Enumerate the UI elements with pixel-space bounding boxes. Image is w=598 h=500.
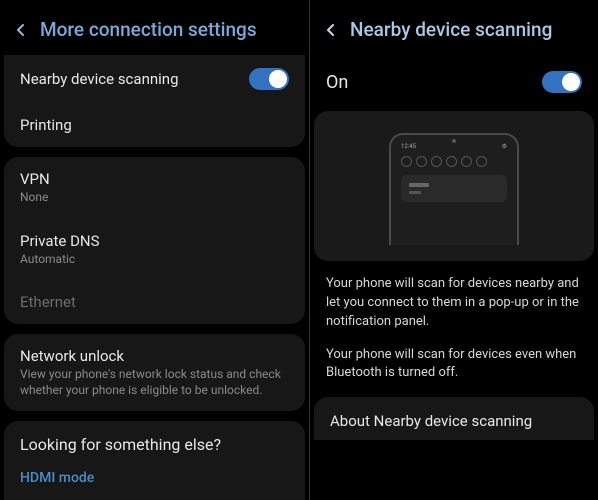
printing-row[interactable]: Printing [4,103,305,147]
row-label: Nearby device scanning [20,70,179,88]
header: More connection settings [0,0,309,55]
header: Nearby device scanning [310,0,598,55]
group-connections: Nearby device scanning Printing [4,55,305,147]
network-unlock-row[interactable]: Network unlock View your phone's network… [4,334,305,411]
on-label: On [326,72,348,93]
toggle-knob [269,70,287,88]
private-dns-row[interactable]: Private DNS Automatic [4,219,305,281]
row-label: Ethernet [20,293,76,311]
about-label: About Nearby device scanning [330,412,532,430]
illustration: 12:45 ⚙ [314,111,594,261]
page-title: Nearby device scanning [350,18,552,41]
page-title: More connection settings [40,18,257,41]
nearby-device-scanning-screen: Nearby device scanning On 12:45 ⚙ [310,0,598,500]
phone-illustration: 12:45 ⚙ [389,133,519,245]
row-value: None [20,190,50,206]
nearby-device-scanning-row[interactable]: Nearby device scanning [4,55,305,103]
row-label: Printing [20,116,72,134]
row-label: Private DNS [20,232,100,250]
about-row[interactable]: About Nearby device scanning [314,397,594,440]
scanning-toggle[interactable] [542,71,582,93]
back-icon[interactable] [324,23,338,37]
row-desc: View your phone's network lock status an… [20,367,289,398]
row-label: VPN [20,170,50,188]
row-value: Automatic [20,252,100,268]
looking-heading: Looking for something else? [4,421,305,462]
hdmi-mode-link[interactable]: HDMI mode [4,462,305,500]
row-label: Network unlock [20,347,289,365]
group-unlock: Network unlock View your phone's network… [4,334,305,411]
vpn-row[interactable]: VPN None [4,157,305,219]
on-toggle-row[interactable]: On [310,55,598,111]
more-connection-settings-screen: More connection settings Nearby device s… [0,0,310,500]
group-network: VPN None Private DNS Automatic Ethernet [4,157,305,324]
toggle-knob [562,73,580,91]
desc-paragraph-1: Your phone will scan for devices nearby … [326,275,582,332]
back-icon[interactable] [14,23,28,37]
phone-time: 12:45 [401,143,416,150]
desc-paragraph-2: Your phone will scan for devices even wh… [326,346,582,384]
nearby-toggle[interactable] [249,68,289,90]
description: Your phone will scan for devices nearby … [310,261,598,383]
ethernet-row: Ethernet [4,280,305,324]
gear-icon: ⚙ [502,143,507,150]
group-looking: Looking for something else? HDMI mode [4,421,305,500]
